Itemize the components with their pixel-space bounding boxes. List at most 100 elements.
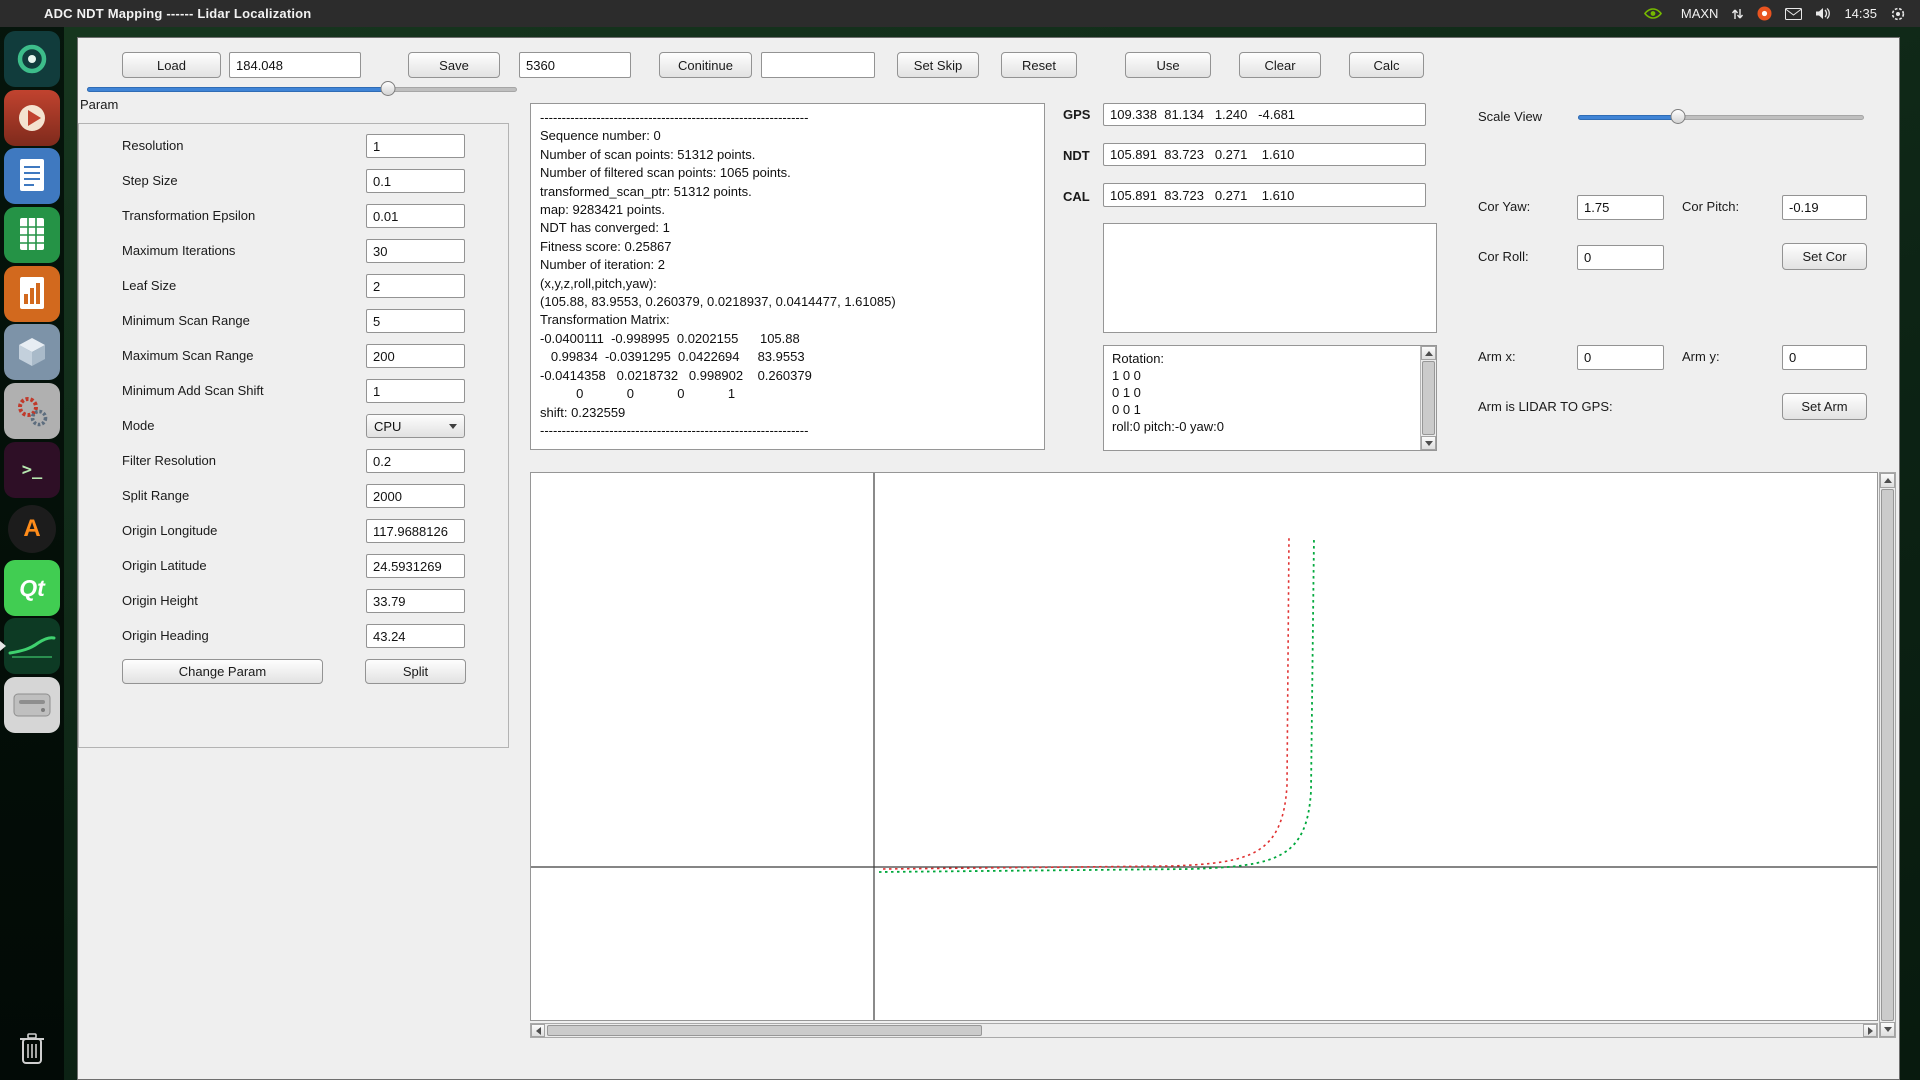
mode-select[interactable]: CPU <box>366 414 465 438</box>
disk-icon[interactable] <box>4 677 60 733</box>
cor-yaw-input[interactable] <box>1577 195 1664 220</box>
maximum-iterations-input[interactable] <box>366 239 465 263</box>
scroll-up-button[interactable] <box>1421 346 1436 360</box>
param-row: Origin Latitude <box>79 554 508 578</box>
split-range-input[interactable] <box>366 484 465 508</box>
transformation-epsilon-input[interactable] <box>366 204 465 228</box>
scale-view-label: Scale View <box>1478 109 1542 125</box>
writer-icon[interactable] <box>4 148 60 204</box>
change-param-button[interactable]: Change Param <box>122 659 323 684</box>
scroll-handle[interactable] <box>547 1025 982 1036</box>
param-row: Origin Longitude <box>79 519 508 543</box>
spreadsheet-icon[interactable] <box>4 207 60 263</box>
mode-value: CPU <box>374 419 401 434</box>
set-arm-button[interactable]: Set Arm <box>1782 393 1867 420</box>
save-value-input[interactable] <box>519 52 631 78</box>
param-label: Split Range <box>122 488 189 503</box>
maximum-scan-range-input[interactable] <box>366 344 465 368</box>
param-row: Minimum Add Scan Shift <box>79 379 508 403</box>
param-label: Transformation Epsilon <box>122 208 255 223</box>
sequence-slider[interactable] <box>87 80 517 98</box>
window-title: ADC NDT Mapping ------ Lidar Localizatio… <box>44 6 311 21</box>
leaf-size-input[interactable] <box>366 274 465 298</box>
scroll-handle[interactable] <box>1422 361 1435 435</box>
app-a-icon[interactable]: A <box>4 501 60 557</box>
rotation-scrollbar[interactable] <box>1420 346 1436 450</box>
presentation-icon[interactable] <box>4 266 60 322</box>
gpu-mode-label[interactable]: MAXN <box>1681 6 1719 21</box>
cor-roll-input[interactable] <box>1577 245 1664 270</box>
scroll-right-button[interactable] <box>1863 1024 1877 1037</box>
minimum-scan-range-input[interactable] <box>366 309 465 333</box>
ndt-value-field[interactable] <box>1103 143 1426 166</box>
origin-longitude-input[interactable] <box>366 519 465 543</box>
load-button[interactable]: Load <box>122 52 221 78</box>
slider-handle[interactable] <box>381 81 396 96</box>
settings-gears-icon[interactable] <box>4 383 60 439</box>
nvidia-logo-icon[interactable] <box>1644 6 1668 21</box>
set-cor-button[interactable]: Set Cor <box>1782 243 1867 270</box>
set-skip-button[interactable]: Set Skip <box>897 52 979 78</box>
media-player-icon[interactable] <box>4 90 60 146</box>
network-arrows-icon[interactable] <box>1731 7 1744 21</box>
log-output[interactable]: ----------------------------------------… <box>530 103 1045 450</box>
param-row: Origin Height <box>79 589 508 613</box>
param-label: Filter Resolution <box>122 453 216 468</box>
qt-creator-icon[interactable] <box>4 31 60 87</box>
map-vertical-scrollbar[interactable] <box>1879 472 1896 1038</box>
step-size-input[interactable] <box>366 169 465 193</box>
mail-icon[interactable] <box>1785 8 1802 20</box>
cor-roll-label: Cor Roll: <box>1478 249 1529 265</box>
scale-view-slider[interactable] <box>1578 108 1864 126</box>
load-value-input[interactable] <box>229 52 361 78</box>
map-viewer-icon[interactable] <box>4 618 60 674</box>
calc-button[interactable]: Calc <box>1349 52 1424 78</box>
resolution-input[interactable] <box>366 134 465 158</box>
continue-value-input[interactable] <box>761 52 875 78</box>
map-horizontal-scrollbar[interactable] <box>530 1023 1878 1038</box>
param-label: Origin Height <box>122 593 198 608</box>
filter-resolution-input[interactable] <box>366 449 465 473</box>
slider-handle[interactable] <box>1671 109 1686 124</box>
scroll-down-button[interactable] <box>1421 436 1436 450</box>
cal-value-field[interactable] <box>1103 183 1426 207</box>
minimum-add-scan-shift-input[interactable] <box>366 379 465 403</box>
scroll-left-button[interactable] <box>531 1024 545 1037</box>
origin-latitude-input[interactable] <box>366 554 465 578</box>
split-button[interactable]: Split <box>365 659 466 684</box>
param-row: Origin Heading <box>79 624 508 648</box>
param-row: Step Size <box>79 169 508 193</box>
rotation-output[interactable]: Rotation: 1 0 0 0 1 0 0 0 1 roll:0 pitch… <box>1103 345 1437 451</box>
session-gear-icon[interactable] <box>1890 6 1906 22</box>
param-label: Mode <box>122 418 155 433</box>
cor-pitch-input[interactable] <box>1782 195 1867 220</box>
status-display-box[interactable] <box>1103 223 1437 333</box>
continue-button[interactable]: Conitinue <box>659 52 752 78</box>
terminal-icon[interactable]: >_ <box>4 442 60 498</box>
clear-button[interactable]: Clear <box>1239 52 1321 78</box>
trash-icon[interactable] <box>4 1020 60 1076</box>
gps-value-field[interactable] <box>1103 103 1426 126</box>
arm-y-input[interactable] <box>1782 345 1867 370</box>
scroll-up-button[interactable] <box>1880 473 1895 488</box>
param-row: Mode CPU <box>79 414 508 438</box>
scroll-down-button[interactable] <box>1880 1022 1895 1037</box>
package-icon[interactable] <box>4 324 60 380</box>
dock: >_ A Qt <box>0 27 64 1080</box>
scroll-handle[interactable] <box>1881 489 1894 1021</box>
reset-button[interactable]: Reset <box>1001 52 1077 78</box>
use-button[interactable]: Use <box>1125 52 1211 78</box>
running-indicator <box>0 641 6 651</box>
ubuntu-status-icon[interactable] <box>1757 6 1772 21</box>
arm-x-input[interactable] <box>1577 345 1664 370</box>
origin-height-input[interactable] <box>366 589 465 613</box>
save-button[interactable]: Save <box>408 52 500 78</box>
qt-icon[interactable]: Qt <box>4 560 60 616</box>
map-viewport[interactable] <box>530 472 1878 1021</box>
clock[interactable]: 14:35 <box>1844 6 1877 21</box>
ndt-label: NDT <box>1063 148 1090 164</box>
volume-icon[interactable] <box>1815 7 1831 20</box>
system-tray: MAXN 14:35 <box>1644 6 1920 22</box>
origin-heading-input[interactable] <box>366 624 465 648</box>
chevron-down-icon <box>449 424 457 429</box>
